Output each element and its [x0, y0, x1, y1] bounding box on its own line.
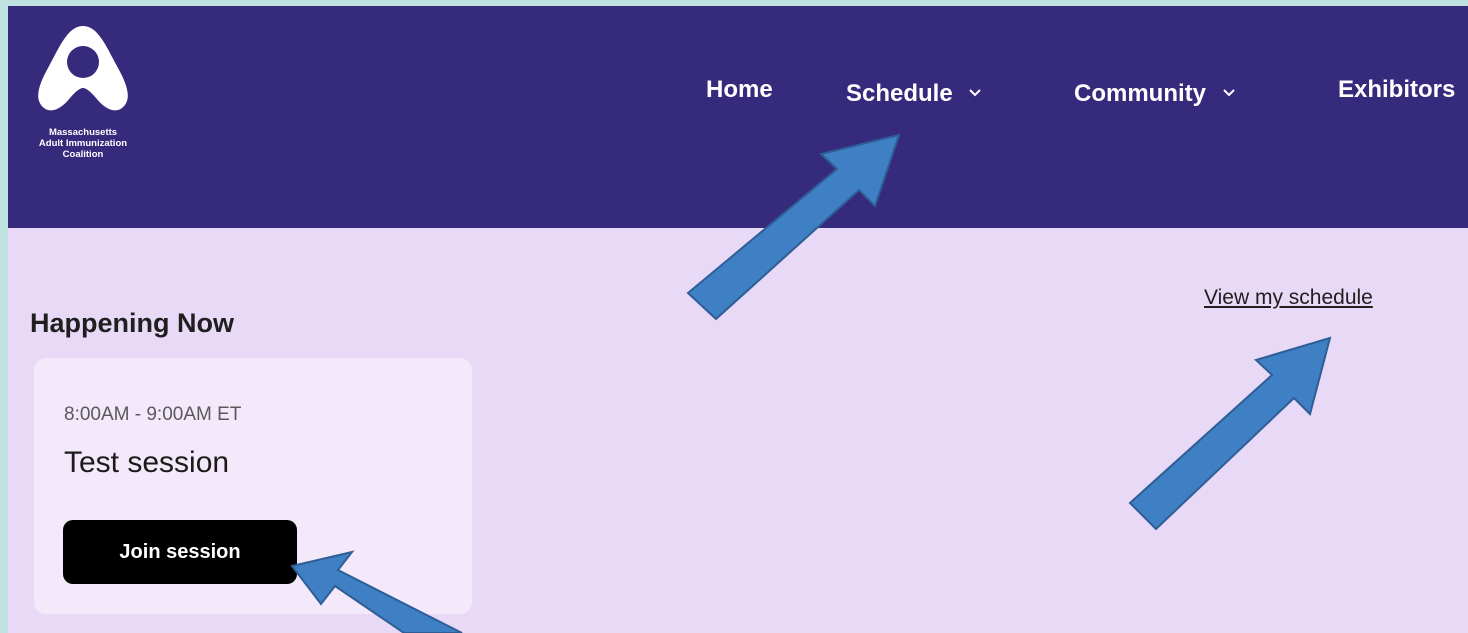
section-title: Happening Now	[30, 308, 234, 339]
logo-line-2: Adult Immunization	[38, 138, 128, 149]
logo-a-icon	[38, 26, 128, 111]
nav-item-schedule[interactable]: Schedule	[846, 76, 982, 108]
logo-line-1: Massachusetts	[48, 127, 118, 138]
nav-item-community[interactable]: Community	[1074, 76, 1235, 108]
chevron-down-icon	[1222, 76, 1235, 104]
view-my-schedule-link[interactable]: View my schedule	[1204, 286, 1373, 310]
app-frame: Massachusetts Adult Immunization Coaliti…	[8, 6, 1468, 633]
session-title: Test session	[64, 446, 230, 479]
main-content: Happening Now View my schedule 8:00AM - …	[8, 228, 1468, 633]
logo-text: Massachusetts Adult Immunization Coaliti…	[8, 127, 158, 160]
nav-item-home[interactable]: Home	[706, 76, 773, 104]
nav-item-label: Schedule	[846, 80, 953, 107]
session-time: 8:00AM - 9:00AM ET	[64, 404, 242, 425]
nav-item-exhibitors[interactable]: Exhibitors	[1338, 76, 1455, 104]
logo-line-3: Coalition	[62, 149, 104, 160]
session-card: 8:00AM - 9:00AM ET Test session Join ses…	[34, 358, 472, 614]
nav-item-label: Home	[706, 76, 773, 103]
nav-item-label: Exhibitors	[1338, 76, 1456, 103]
coalition-logo[interactable]: Massachusetts Adult Immunization Coaliti…	[8, 22, 158, 182]
chevron-down-icon	[969, 76, 982, 104]
join-session-button[interactable]: Join session	[63, 520, 297, 584]
nav-item-label: Community	[1074, 80, 1206, 107]
top-navigation-bar: Massachusetts Adult Immunization Coaliti…	[8, 6, 1468, 228]
